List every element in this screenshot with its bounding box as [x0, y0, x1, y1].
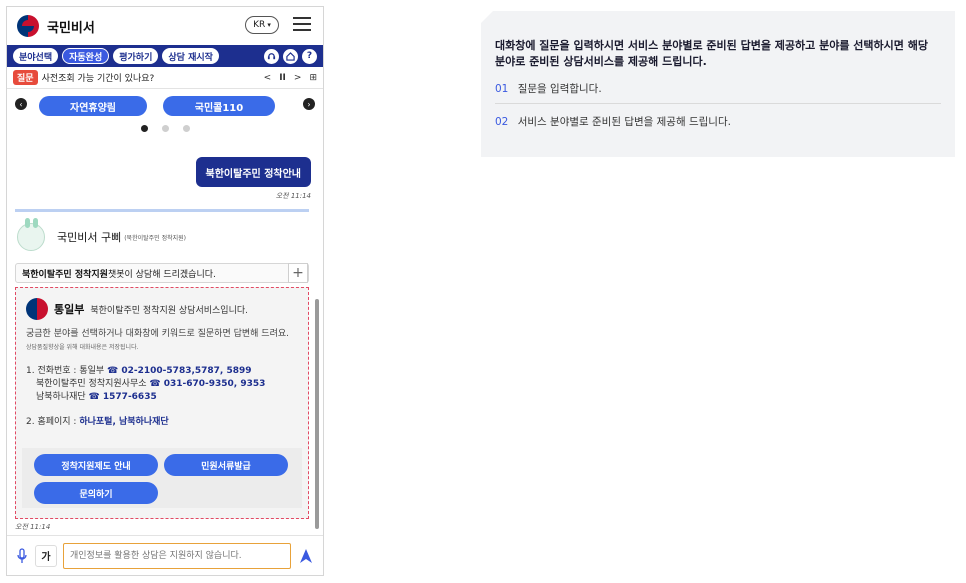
- homepage-line: 2. 홈페이지 : 하나포털, 남북하나재단: [26, 416, 298, 429]
- card-intro: 궁금한 분야를 선택하거나 대화창에 키워드로 질문하면 답변해 드려요.: [26, 329, 290, 339]
- language-label: KR: [253, 20, 266, 30]
- help-icon[interactable]: ?: [302, 48, 317, 64]
- expand-icon[interactable]: ⊞: [309, 73, 317, 83]
- language-selector[interactable]: KR ▾: [245, 16, 279, 34]
- message-time: 오전 11:14: [15, 523, 51, 531]
- message-time: 오전 11:14: [275, 192, 311, 200]
- step-divider: [495, 103, 941, 104]
- user-message: 북한이탈주민 정착안내: [195, 157, 311, 187]
- government-logo-icon: [17, 15, 39, 37]
- card-header: 통일부 북한이탈주민 정착지원 상담서비스입니다.: [26, 298, 248, 320]
- homepage-label: 2. 홈페이지 :: [26, 417, 80, 427]
- bot-subtitle: (북한이탈주민 정착지원): [124, 234, 187, 242]
- carousel-prev-icon[interactable]: ‹: [15, 98, 27, 110]
- step-2-text: 서비스 분야별로 준비된 답변을 제공해 드립니다.: [517, 116, 731, 128]
- chat-input[interactable]: [63, 542, 291, 569]
- ministry-desc: 북한이탈주민 정착지원 상담서비스입니다.: [90, 305, 248, 316]
- hamburger-icon[interactable]: [293, 17, 311, 31]
- contact-label-3: 남북하나재단: [36, 392, 89, 402]
- nav-autocomplete[interactable]: 자동완성: [62, 48, 110, 64]
- step-1-num: 01: [495, 83, 509, 95]
- bot-avatar: [17, 218, 45, 251]
- card-body: 궁금한 분야를 선택하거나 대화창에 키워드로 질문하면 답변해 드려요. 상담…: [26, 328, 298, 429]
- bot-name: 국민비서 구삐: [57, 231, 122, 244]
- scrollbar[interactable]: [315, 299, 319, 529]
- carousel-dot[interactable]: [161, 125, 169, 132]
- carousel-button-call110[interactable]: 국민콜110: [163, 96, 275, 116]
- ministry-name: 통일부: [54, 303, 85, 316]
- header: 국민비서 KR ▾: [7, 7, 323, 45]
- home-icon[interactable]: [283, 48, 298, 64]
- question-text[interactable]: 사전조회 가능 기간이 있나요?: [42, 71, 155, 84]
- contact-label-2: 북한이탈주민 정착지원사무소: [36, 379, 150, 389]
- chevron-down-icon: ▾: [267, 21, 271, 29]
- divider: [15, 209, 309, 212]
- bot-info-text: 챗봇이 상담해 드리겠습니다.: [107, 269, 216, 280]
- carousel-button-forest[interactable]: 자연휴양림: [39, 96, 147, 116]
- card-buttons: 정착지원제도 안내 민원서류발급 문의하기: [22, 448, 302, 508]
- input-bar: 가: [7, 535, 323, 575]
- info-panel: 대화창에 질문을 입력하시면 서비스 분야별로 준비된 답변을 제공하고 분야를…: [481, 11, 955, 157]
- step-2-num: 02: [495, 116, 509, 128]
- step-2: 02 서비스 분야별로 준비된 답변을 제공해 드립니다.: [495, 114, 731, 129]
- chatbot-phone: 국민비서 KR ▾ 분야선택 자동완성 평가하기 상담 재시작 ? 질문 사전조…: [6, 6, 324, 576]
- contact-phone-1[interactable]: ☎ 02-2100-5783,5787, 5899: [107, 366, 252, 376]
- carousel-next-icon[interactable]: ›: [303, 98, 315, 110]
- plus-icon[interactable]: +: [288, 263, 308, 283]
- document-issue-button[interactable]: 민원서류발급: [164, 454, 288, 476]
- next-icon[interactable]: >: [294, 73, 302, 83]
- input-mode-toggle[interactable]: 가: [35, 544, 57, 567]
- inquiry-button[interactable]: 문의하기: [34, 482, 158, 504]
- settlement-guide-button[interactable]: 정착지원제도 안내: [34, 454, 158, 476]
- carousel-dot[interactable]: [182, 125, 190, 132]
- app-title: 국민비서: [47, 20, 95, 36]
- headset-icon[interactable]: [264, 48, 279, 64]
- nav-bar: 분야선택 자동완성 평가하기 상담 재시작 ?: [7, 45, 323, 67]
- bot-info-bar: 북한이탈주민 정착지원 챗봇이 상담해 드리겠습니다. +: [15, 263, 309, 283]
- contact-phone-2[interactable]: ☎ 031-670-9350, 9353: [149, 379, 265, 389]
- nav-select-field[interactable]: 분야선택: [13, 48, 59, 64]
- bot-info-bold: 북한이탈주민 정착지원: [22, 269, 108, 280]
- ministry-logo-icon: [26, 298, 48, 320]
- chat-area: ‹ 자연휴양림 국민콜110 › 북한이탈주민 정착안내 오전 11:14 국민…: [7, 89, 323, 535]
- pause-icon[interactable]: II: [279, 73, 286, 83]
- carousel-dot[interactable]: [140, 125, 148, 132]
- card-note: 상담품질향상을 위해 대화내용은 저장됩니다.: [26, 344, 139, 351]
- carousel: ‹ 자연휴양림 국민콜110 ›: [15, 95, 315, 117]
- send-icon[interactable]: [297, 547, 315, 565]
- prev-icon[interactable]: <: [264, 73, 272, 83]
- homepage-link[interactable]: 하나포털, 남북하나재단: [79, 417, 168, 427]
- nav-evaluate[interactable]: 평가하기: [113, 48, 159, 64]
- step-1: 01 질문을 입력합니다.: [495, 81, 602, 96]
- question-tag: 질문: [13, 70, 38, 85]
- contact-phone-3[interactable]: ☎ 1577-6635: [89, 392, 157, 402]
- contact-list: 1. 전화번호 : 통일부 ☎ 02-2100-5783,5787, 5899 …: [26, 365, 298, 404]
- contact-label: 1. 전화번호 : 통일부: [26, 366, 108, 376]
- nav-restart[interactable]: 상담 재시작: [162, 48, 219, 64]
- panel-title: 대화창에 질문을 입력하시면 서비스 분야별로 준비된 답변을 제공하고 분야를…: [495, 39, 928, 68]
- bot-response-card: 통일부 북한이탈주민 정착지원 상담서비스입니다. 궁금한 분야를 선택하거나 …: [15, 287, 309, 519]
- question-controls: < II > ⊞: [264, 73, 317, 83]
- carousel-dots: [7, 125, 323, 132]
- question-bar: 질문 사전조회 가능 기간이 있나요? < II > ⊞: [7, 67, 323, 89]
- step-1-text: 질문을 입력합니다.: [517, 83, 602, 95]
- nav-icons: ?: [264, 48, 317, 64]
- bot-header: 국민비서 구삐 (북한이탈주민 정착지원): [17, 218, 187, 251]
- panel-corner: [481, 11, 493, 23]
- microphone-icon[interactable]: [15, 547, 29, 565]
